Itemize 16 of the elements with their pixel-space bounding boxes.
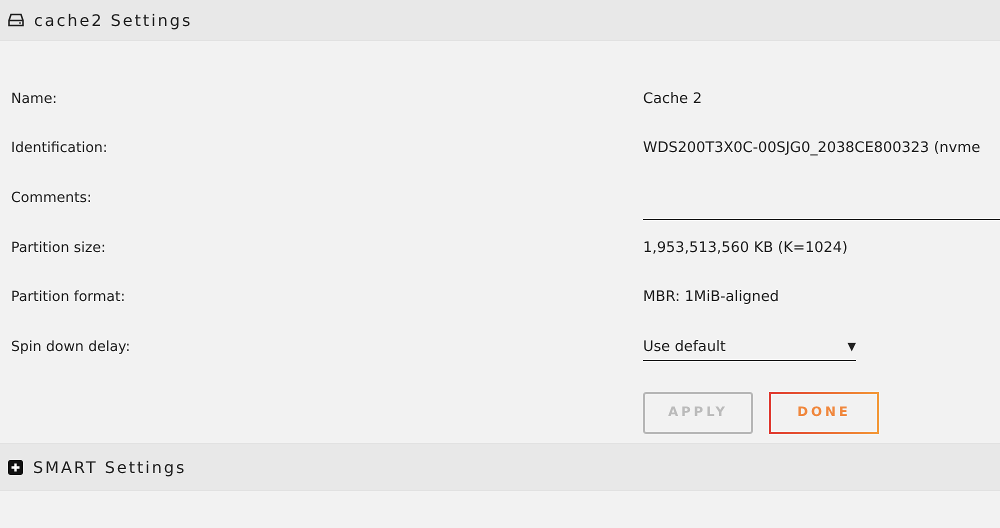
dropdown[interactable]: Use default ▼ (643, 334, 856, 361)
drive-icon (8, 13, 24, 27)
field-label: Name: (10, 90, 58, 107)
section-title: cache2 Settings (34, 10, 192, 30)
field-value: 1,953,513,560 KB (K=1024) (643, 240, 848, 256)
field-value: MBR: 1MiB-aligned (643, 289, 779, 306)
section-title: SMART Settings (33, 458, 186, 476)
field-label: Identification: (10, 140, 109, 156)
field-label: Partition format: (10, 289, 126, 306)
done-button[interactable]: DONE (769, 392, 879, 434)
field-value: Cache 2 (643, 90, 702, 107)
field-label: Spin down delay: (10, 338, 132, 355)
field-label: Partition size: (10, 240, 107, 256)
field-label: Comments: (10, 190, 93, 206)
expand-icon[interactable] (8, 460, 23, 474)
field-value: WDS200T3X0C-00SJG0_2038CE800323 (nvme (643, 140, 980, 156)
